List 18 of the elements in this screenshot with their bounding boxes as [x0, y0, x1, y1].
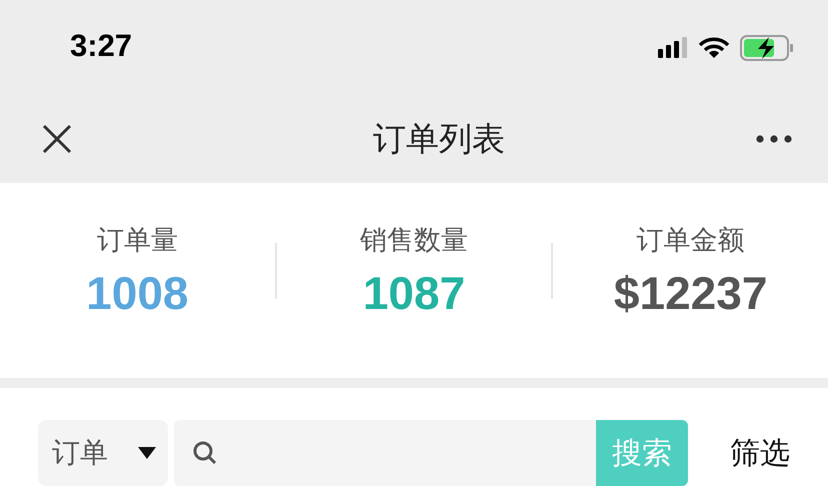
filter-link[interactable]: 筛选 [730, 432, 790, 474]
stat-label: 订单金额 [636, 224, 745, 258]
type-select[interactable]: 订单 [38, 420, 168, 486]
page-title: 订单列表 [373, 118, 505, 160]
search-icon [192, 440, 218, 466]
close-icon[interactable] [42, 124, 72, 154]
signal-icon [658, 36, 688, 58]
more-icon[interactable] [756, 135, 792, 143]
stat-value: 1087 [362, 266, 466, 320]
stat-value: $12237 [614, 266, 768, 320]
stat-value: 1008 [86, 266, 188, 320]
stat-label: 订单量 [96, 224, 178, 258]
battery-charging-icon [740, 34, 794, 60]
search-field[interactable] [174, 420, 596, 486]
status-time: 3:27 [70, 28, 132, 64]
stat-label: 销售数量 [360, 224, 468, 258]
wifi-icon [698, 36, 730, 58]
caret-icon [138, 447, 156, 459]
